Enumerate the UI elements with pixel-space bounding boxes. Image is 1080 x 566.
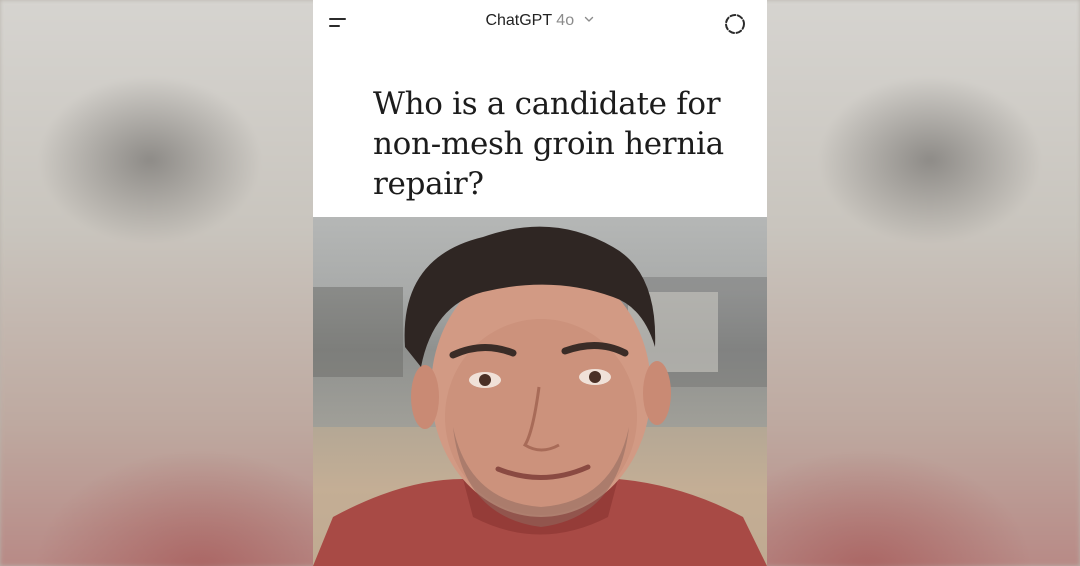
app-title: ChatGPT <box>485 12 552 30</box>
blurred-background-right <box>767 330 1080 566</box>
user-question: Who is a candidate for non-mesh groin he… <box>373 86 724 202</box>
app-header: ChatGPT 4o <box>313 0 767 48</box>
blurred-background-left <box>0 330 313 566</box>
chevron-down-icon <box>583 12 595 30</box>
model-selector[interactable]: ChatGPT 4o <box>313 12 767 30</box>
new-chat-icon[interactable] <box>723 12 747 36</box>
webcam-video-feed <box>313 217 767 566</box>
phone-screen: ChatGPT 4o Who is a candidate for non-me… <box>313 0 767 566</box>
model-label: 4o <box>556 12 575 30</box>
